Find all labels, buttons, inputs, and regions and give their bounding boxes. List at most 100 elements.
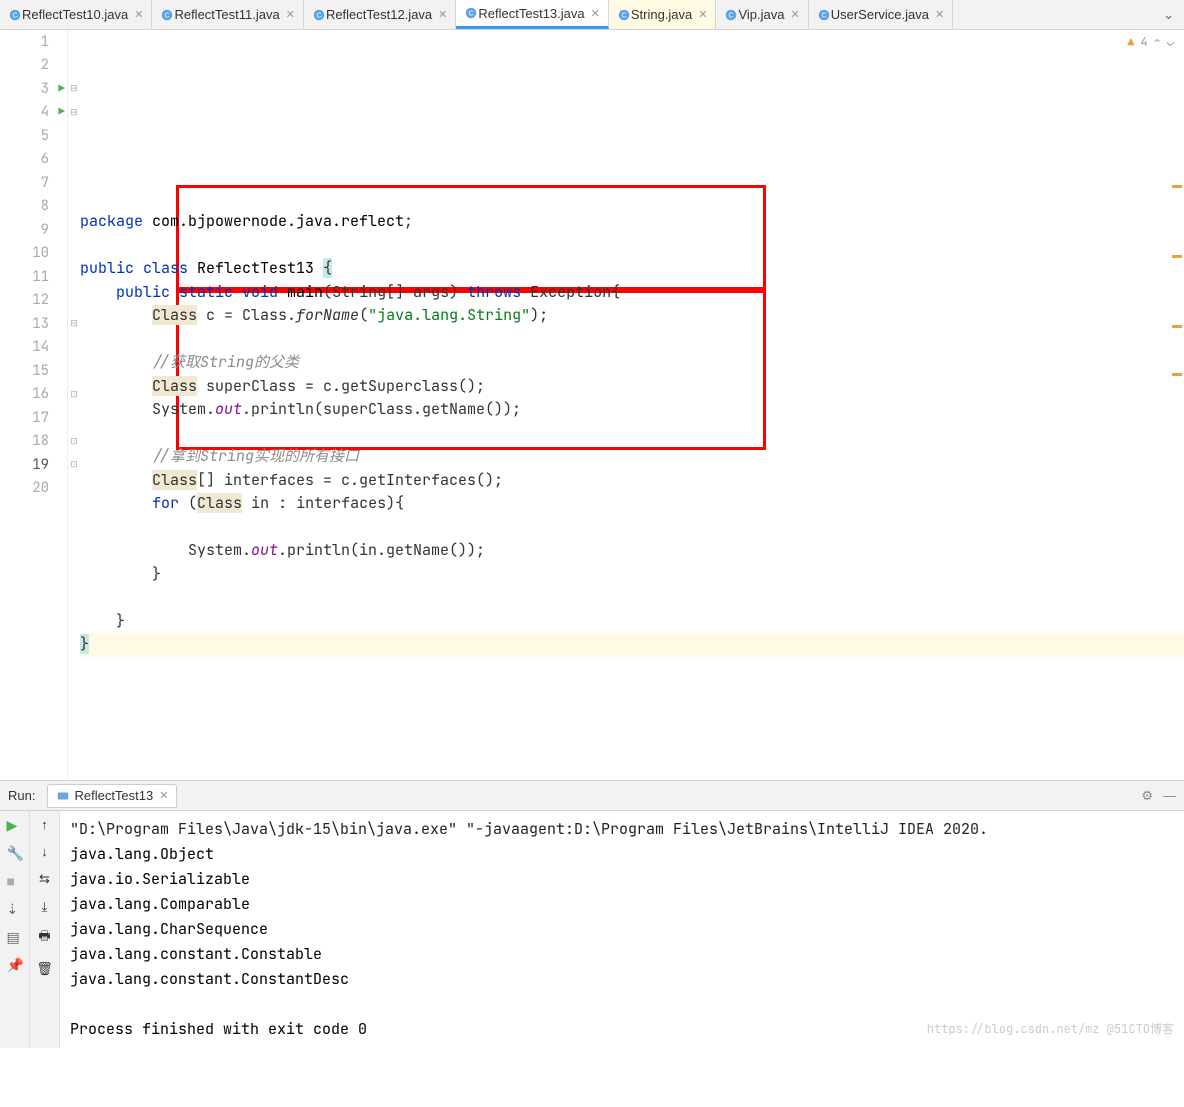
code-line[interactable]: //拿到String实现的所有接口 [80, 445, 1184, 469]
tab-reflecttest13[interactable]: CReflectTest13.java✕ [456, 0, 608, 29]
close-icon[interactable]: ✕ [591, 7, 600, 20]
code-line[interactable] [80, 516, 1184, 540]
close-icon[interactable]: ✕ [438, 8, 447, 21]
code-line[interactable]: public class ReflectTest13 { [80, 257, 1184, 281]
code-line[interactable]: Class[] interfaces = c.getInterfaces(); [80, 469, 1184, 493]
tab-reflecttest12[interactable]: CReflectTest12.java✕ [304, 0, 456, 29]
fold-marker[interactable] [68, 477, 80, 501]
fold-marker[interactable]: ⊡ [68, 453, 80, 477]
line-number[interactable]: 6 [0, 148, 67, 172]
scroll-icon[interactable]: ⤓ [42, 899, 48, 915]
line-number[interactable]: 8 [0, 195, 67, 219]
java-file-icon: C [464, 6, 478, 20]
line-number[interactable]: 11 [0, 265, 67, 289]
tab-userservice[interactable]: CUserService.java✕ [809, 0, 953, 29]
gear-icon[interactable]: ⚙ [1141, 788, 1153, 804]
nav-up-icon[interactable]: ⌃ [1154, 34, 1161, 50]
fold-marker[interactable]: ⊟ [68, 312, 80, 336]
code-line[interactable]: System.out.println(in.getName()); [80, 539, 1184, 563]
minimize-icon[interactable]: — [1163, 788, 1176, 804]
trash-icon[interactable]: 🗑 [36, 961, 53, 977]
fold-marker[interactable] [68, 54, 80, 78]
up-icon[interactable]: ↑ [41, 817, 48, 832]
tab-vip[interactable]: CVip.java✕ [716, 0, 808, 29]
wrench-icon[interactable]: 🔧 [7, 845, 23, 861]
code-line[interactable]: //获取String的父类 [80, 351, 1184, 375]
tab-reflecttest10[interactable]: CReflectTest10.java✕ [0, 0, 152, 29]
line-number[interactable]: 9 [0, 218, 67, 242]
code-line[interactable]: package com.bjpowernode.java.reflect; [80, 210, 1184, 234]
line-number[interactable]: 16 [0, 383, 67, 407]
layout-icon[interactable]: ▤ [7, 929, 23, 945]
nav-down-icon[interactable]: ⌄ [1167, 34, 1174, 50]
line-number[interactable]: 19 [0, 453, 67, 477]
code-line[interactable] [80, 422, 1184, 446]
fold-marker[interactable] [68, 265, 80, 289]
code-line[interactable]: System.out.println(superClass.getName())… [80, 398, 1184, 422]
fold-marker[interactable] [68, 171, 80, 195]
line-number[interactable]: 3▶ [0, 77, 67, 101]
line-number[interactable]: 12 [0, 289, 67, 313]
line-number[interactable]: 10 [0, 242, 67, 266]
fold-marker[interactable] [68, 30, 80, 54]
fold-marker[interactable]: ⊟ [68, 101, 80, 125]
tabs-dropdown-icon[interactable]: ⌄ [1153, 7, 1184, 23]
fold-marker[interactable]: ⊡ [68, 430, 80, 454]
line-number[interactable]: 18 [0, 430, 67, 454]
print-icon[interactable]: 🖶 [38, 927, 50, 949]
line-number[interactable]: 17 [0, 406, 67, 430]
marker-warning[interactable] [1172, 185, 1182, 188]
code-line[interactable]: } [80, 563, 1184, 587]
tab-string[interactable]: CString.java✕ [609, 0, 717, 29]
code-line[interactable]: public static void main(String[] args) t… [80, 281, 1184, 305]
fold-marker[interactable] [68, 195, 80, 219]
close-icon[interactable]: ✕ [791, 8, 800, 21]
fold-marker[interactable] [68, 289, 80, 313]
code-line[interactable] [80, 234, 1184, 258]
line-number[interactable]: 2 [0, 54, 67, 78]
close-icon[interactable]: ✕ [286, 8, 295, 21]
stop-icon[interactable]: ■ [7, 873, 23, 889]
line-number[interactable]: 4▶ [0, 101, 67, 125]
inspection-status[interactable]: ▲ 4 ⌃ ⌄ [1127, 34, 1174, 50]
run-gutter-icon[interactable]: ▶ [58, 105, 65, 119]
line-number[interactable]: 20 [0, 477, 67, 501]
console-output[interactable]: "D:\Program Files\Java\jdk-15\bin\java.e… [60, 811, 1184, 1048]
line-number[interactable]: 15 [0, 359, 67, 383]
line-number[interactable]: 14 [0, 336, 67, 360]
close-icon[interactable]: ✕ [935, 8, 944, 21]
fold-marker[interactable] [68, 218, 80, 242]
fold-marker[interactable] [68, 148, 80, 172]
code-line[interactable] [80, 586, 1184, 610]
rerun-icon[interactable]: ▶ [7, 817, 23, 833]
code-line[interactable]: Class c = Class.forName("java.lang.Strin… [80, 304, 1184, 328]
close-icon[interactable]: ✕ [134, 8, 143, 21]
line-number[interactable]: 7 [0, 171, 67, 195]
line-number[interactable]: 1 [0, 30, 67, 54]
tab-reflecttest11[interactable]: CReflectTest11.java✕ [152, 0, 303, 29]
code-line[interactable]: for (Class in : interfaces){ [80, 492, 1184, 516]
fold-marker[interactable]: ⊟ [68, 77, 80, 101]
dump-icon[interactable]: ⇣ [7, 901, 23, 917]
code-line[interactable] [80, 328, 1184, 352]
down-icon[interactable]: ↓ [41, 844, 48, 859]
pin-icon[interactable]: 📌 [7, 957, 23, 973]
line-number[interactable]: 5 [0, 124, 67, 148]
close-icon[interactable]: ✕ [698, 8, 707, 21]
code-line[interactable]: } [80, 610, 1184, 634]
line-number[interactable]: 13 [0, 312, 67, 336]
close-icon[interactable]: ✕ [159, 789, 168, 802]
code-content[interactable]: ▲ 4 ⌃ ⌄ package com.bjpowernode.java.ref… [80, 30, 1184, 780]
fold-marker[interactable] [68, 359, 80, 383]
fold-marker[interactable] [68, 242, 80, 266]
code-line[interactable] [80, 657, 1184, 681]
fold-marker[interactable]: ⊡ [68, 383, 80, 407]
fold-marker[interactable] [68, 336, 80, 360]
code-line[interactable]: Class superClass = c.getSuperclass(); [80, 375, 1184, 399]
wrap-icon[interactable]: ⇆ [39, 871, 50, 887]
run-tab[interactable]: ReflectTest13 ✕ [47, 784, 177, 808]
run-gutter-icon[interactable]: ▶ [58, 82, 65, 96]
fold-marker[interactable] [68, 406, 80, 430]
code-line[interactable]: } [80, 633, 1184, 657]
fold-marker[interactable] [68, 124, 80, 148]
